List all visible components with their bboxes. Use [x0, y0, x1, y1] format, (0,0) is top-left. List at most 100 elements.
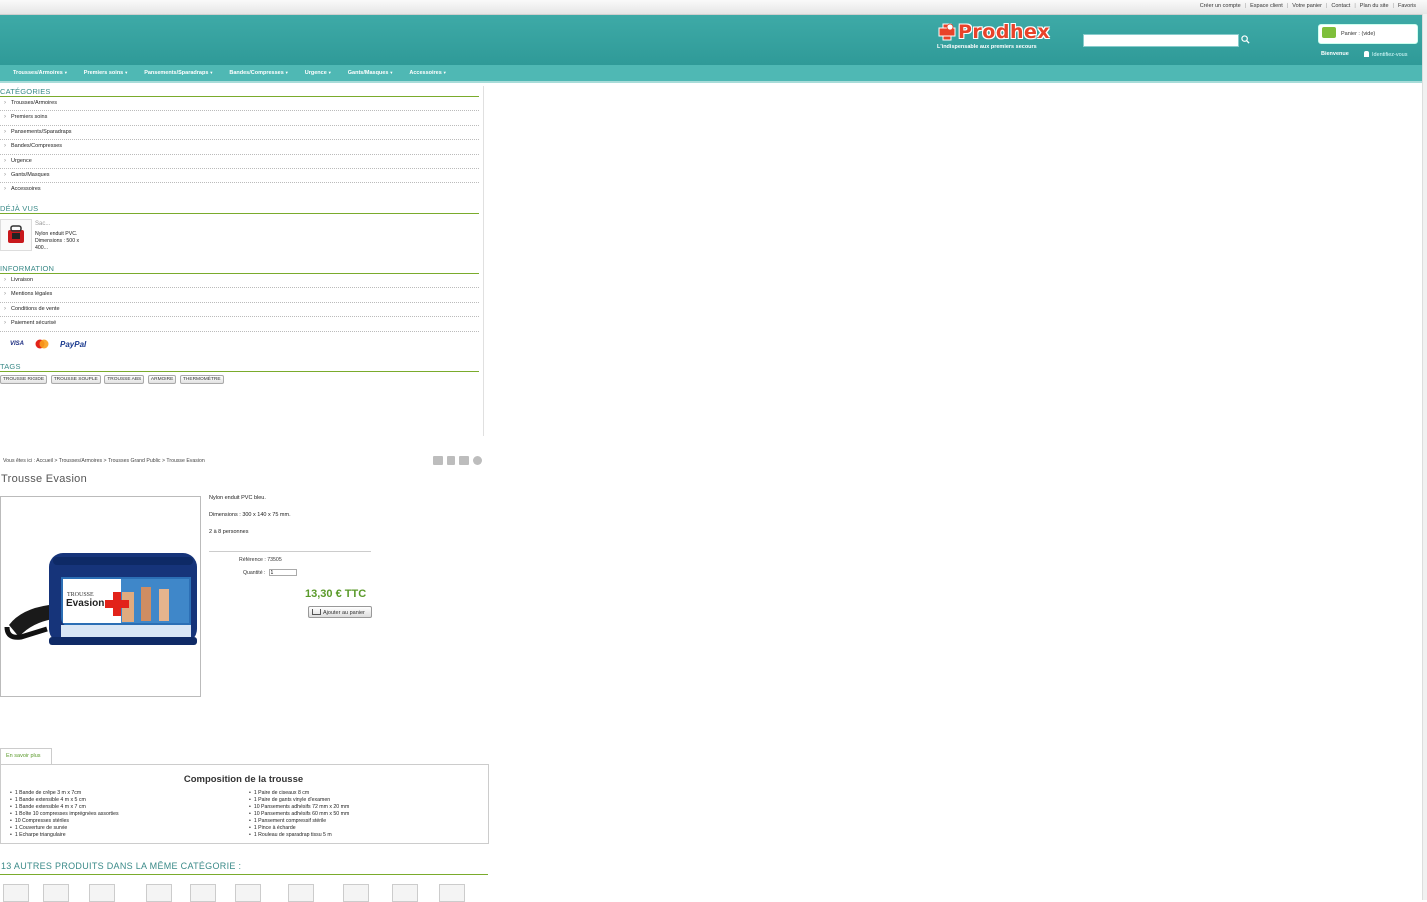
quantity-label: Quantité : — [243, 569, 266, 576]
nav-premiers-soins[interactable]: Premiers soins▼ — [84, 70, 128, 76]
category-item[interactable]: › Gants/Masques — [0, 169, 479, 184]
paypal-logo: PayPal — [60, 339, 87, 349]
cart-label: Panier : (vide) — [1341, 31, 1376, 37]
visa-logo: VISA — [10, 341, 25, 347]
product-desc-2: Dimensions : 300 x 140 x 75 mm. — [209, 512, 291, 518]
other-product-thumb[interactable] — [439, 884, 465, 902]
nav-accessoires[interactable]: Accessoires▼ — [409, 70, 446, 76]
reference-value: 73505 — [267, 557, 282, 563]
info-label: Conditions de vente — [11, 305, 60, 312]
logo[interactable]: Prodhex L'indispensable aux premiers sec… — [937, 21, 1050, 50]
category-item[interactable]: › Pansements/Sparadraps — [0, 126, 479, 141]
divider — [209, 551, 371, 552]
nav-label: Gants/Masques — [347, 70, 389, 76]
sitemap-link[interactable]: Plan du site — [1356, 3, 1393, 9]
nav-gants[interactable]: Gants/Masques▼ — [348, 70, 394, 76]
category-item[interactable]: › Urgence — [0, 155, 479, 169]
breadcrumb-item[interactable]: Trousses Grand Public — [108, 458, 161, 464]
tag-button[interactable]: TROUSSE SOUPLE — [50, 375, 101, 384]
bag-icon — [8, 225, 24, 243]
contact-link[interactable]: Contact — [1327, 3, 1354, 9]
info-item[interactable]: › Conditions de vente — [0, 303, 479, 318]
chevron-right-icon: › — [4, 186, 6, 193]
viewed-item-name[interactable]: Sac... — [35, 221, 50, 227]
list-item: 1 Bande extensible 4 m x 7 cm — [10, 804, 119, 811]
nav-label: Urgence — [304, 70, 327, 76]
product-desc-1: Nylon enduit PVC bleu. — [209, 495, 266, 501]
client-space-link[interactable]: Espace client — [1246, 3, 1287, 9]
search-input[interactable] — [1083, 34, 1239, 47]
list-item: 1 Pince à écharde — [249, 825, 349, 832]
info-item[interactable]: › Livraison — [0, 274, 479, 289]
other-product-thumb[interactable] — [3, 884, 29, 902]
other-product-thumb[interactable] — [288, 884, 314, 902]
other-product-thumb[interactable] — [392, 884, 418, 902]
category-item[interactable]: › Accessoires — [0, 183, 479, 196]
tab-more-info[interactable]: En savoir plus — [0, 748, 52, 765]
payment-logos: VISA PayPal — [10, 339, 86, 349]
cart-link[interactable]: Votre panier — [1288, 3, 1326, 9]
nav-urgence[interactable]: Urgence▼ — [305, 70, 332, 76]
categories-block: Catégories › Trousses/Armoires › Premiers … — [0, 87, 479, 197]
tag-button[interactable]: ARMOIRE — [147, 375, 177, 384]
chevron-down-icon: ▼ — [124, 70, 129, 75]
list-item: 1 Rouleau de sparadrap tissu 5 m — [249, 832, 349, 839]
favorites-link[interactable]: Favoris — [1394, 3, 1420, 9]
tag-button[interactable]: THERMOMÈTRE — [179, 375, 224, 384]
nav-label: Accessoires — [409, 70, 442, 76]
login-link[interactable]: Identifiez-vous — [1364, 51, 1407, 58]
other-product-thumb[interactable] — [343, 884, 369, 902]
quantity-input[interactable] — [268, 569, 297, 576]
top-links: Créer un compte | Espace client | Votre pa… — [1196, 3, 1420, 9]
zoom-icon[interactable] — [473, 456, 482, 465]
other-product-thumb[interactable] — [89, 884, 115, 902]
cart-icon — [312, 609, 321, 615]
tag-button[interactable]: TROUSSE RIGIDE — [0, 375, 48, 384]
chevron-right-icon: › — [4, 157, 6, 164]
create-account-link[interactable]: Créer un compte — [1196, 3, 1245, 9]
list-item: 1 Echarpe triangulaire — [10, 832, 119, 839]
other-product-thumb[interactable] — [190, 884, 216, 902]
other-product-thumb[interactable] — [146, 884, 172, 902]
email-icon[interactable] — [433, 456, 443, 465]
category-label: Bandes/Compresses — [11, 143, 63, 150]
list-item: 1 Couverture de survie — [10, 825, 119, 832]
list-item: 1 Pansement compressif stérile — [249, 818, 349, 825]
chevron-down-icon: ▼ — [389, 70, 394, 75]
category-item[interactable]: › Premiers soins — [0, 111, 479, 126]
nav-pansements[interactable]: Pansements/Sparadraps▼ — [144, 70, 213, 76]
reference-row: Référence : 73505 — [239, 557, 282, 563]
product-image[interactable]: TROUSSE Evasion — [0, 496, 201, 697]
add-to-cart-button[interactable]: Ajouter au panier — [308, 606, 372, 618]
other-product-thumb[interactable] — [235, 884, 261, 902]
facebook-icon[interactable] — [447, 456, 455, 465]
category-item[interactable]: › Bandes/Compresses — [0, 140, 479, 155]
chevron-right-icon: › — [4, 305, 6, 312]
info-item[interactable]: › Mentions légales — [0, 288, 479, 303]
breadcrumb-item[interactable]: Accueil — [36, 458, 53, 464]
chevron-right-icon: › — [4, 143, 6, 150]
list-item: 1 Paire de ciseaux 8 cm — [249, 790, 349, 797]
category-label: Urgence — [11, 157, 32, 164]
nav-bandes[interactable]: Bandes/Compresses▼ — [229, 70, 288, 76]
search-icon[interactable] — [1241, 35, 1250, 44]
nav-trousses[interactable]: Trousses/Armoires▼ — [13, 70, 68, 76]
category-label: Pansements/Sparadraps — [11, 128, 72, 135]
tag-button[interactable]: TROUSSE ABS — [104, 375, 145, 384]
category-item[interactable]: › Trousses/Armoires — [0, 97, 479, 112]
user-icon — [1364, 51, 1369, 57]
info-item[interactable]: › Paiement sécurisé — [0, 317, 479, 332]
information-title: Information — [0, 264, 55, 273]
print-icon[interactable] — [459, 456, 469, 465]
scrollbar[interactable] — [1422, 14, 1427, 900]
divider — [0, 371, 479, 372]
viewed-thumb[interactable] — [0, 219, 32, 251]
chevron-right-icon: › — [4, 171, 6, 178]
viewed-block: Déjà vus — [0, 204, 479, 214]
breadcrumb-item[interactable]: Trousses/Armoires — [59, 458, 102, 464]
breadcrumb-separator: > — [54, 458, 58, 464]
composition-right-list: 1 Paire de ciseaux 8 cm 1 Paire de gants… — [249, 790, 349, 839]
list-item: 1 Paire de gants vinyle d'examen — [249, 797, 349, 804]
tags-title: Tags — [0, 362, 21, 371]
other-product-thumb[interactable] — [43, 884, 69, 902]
